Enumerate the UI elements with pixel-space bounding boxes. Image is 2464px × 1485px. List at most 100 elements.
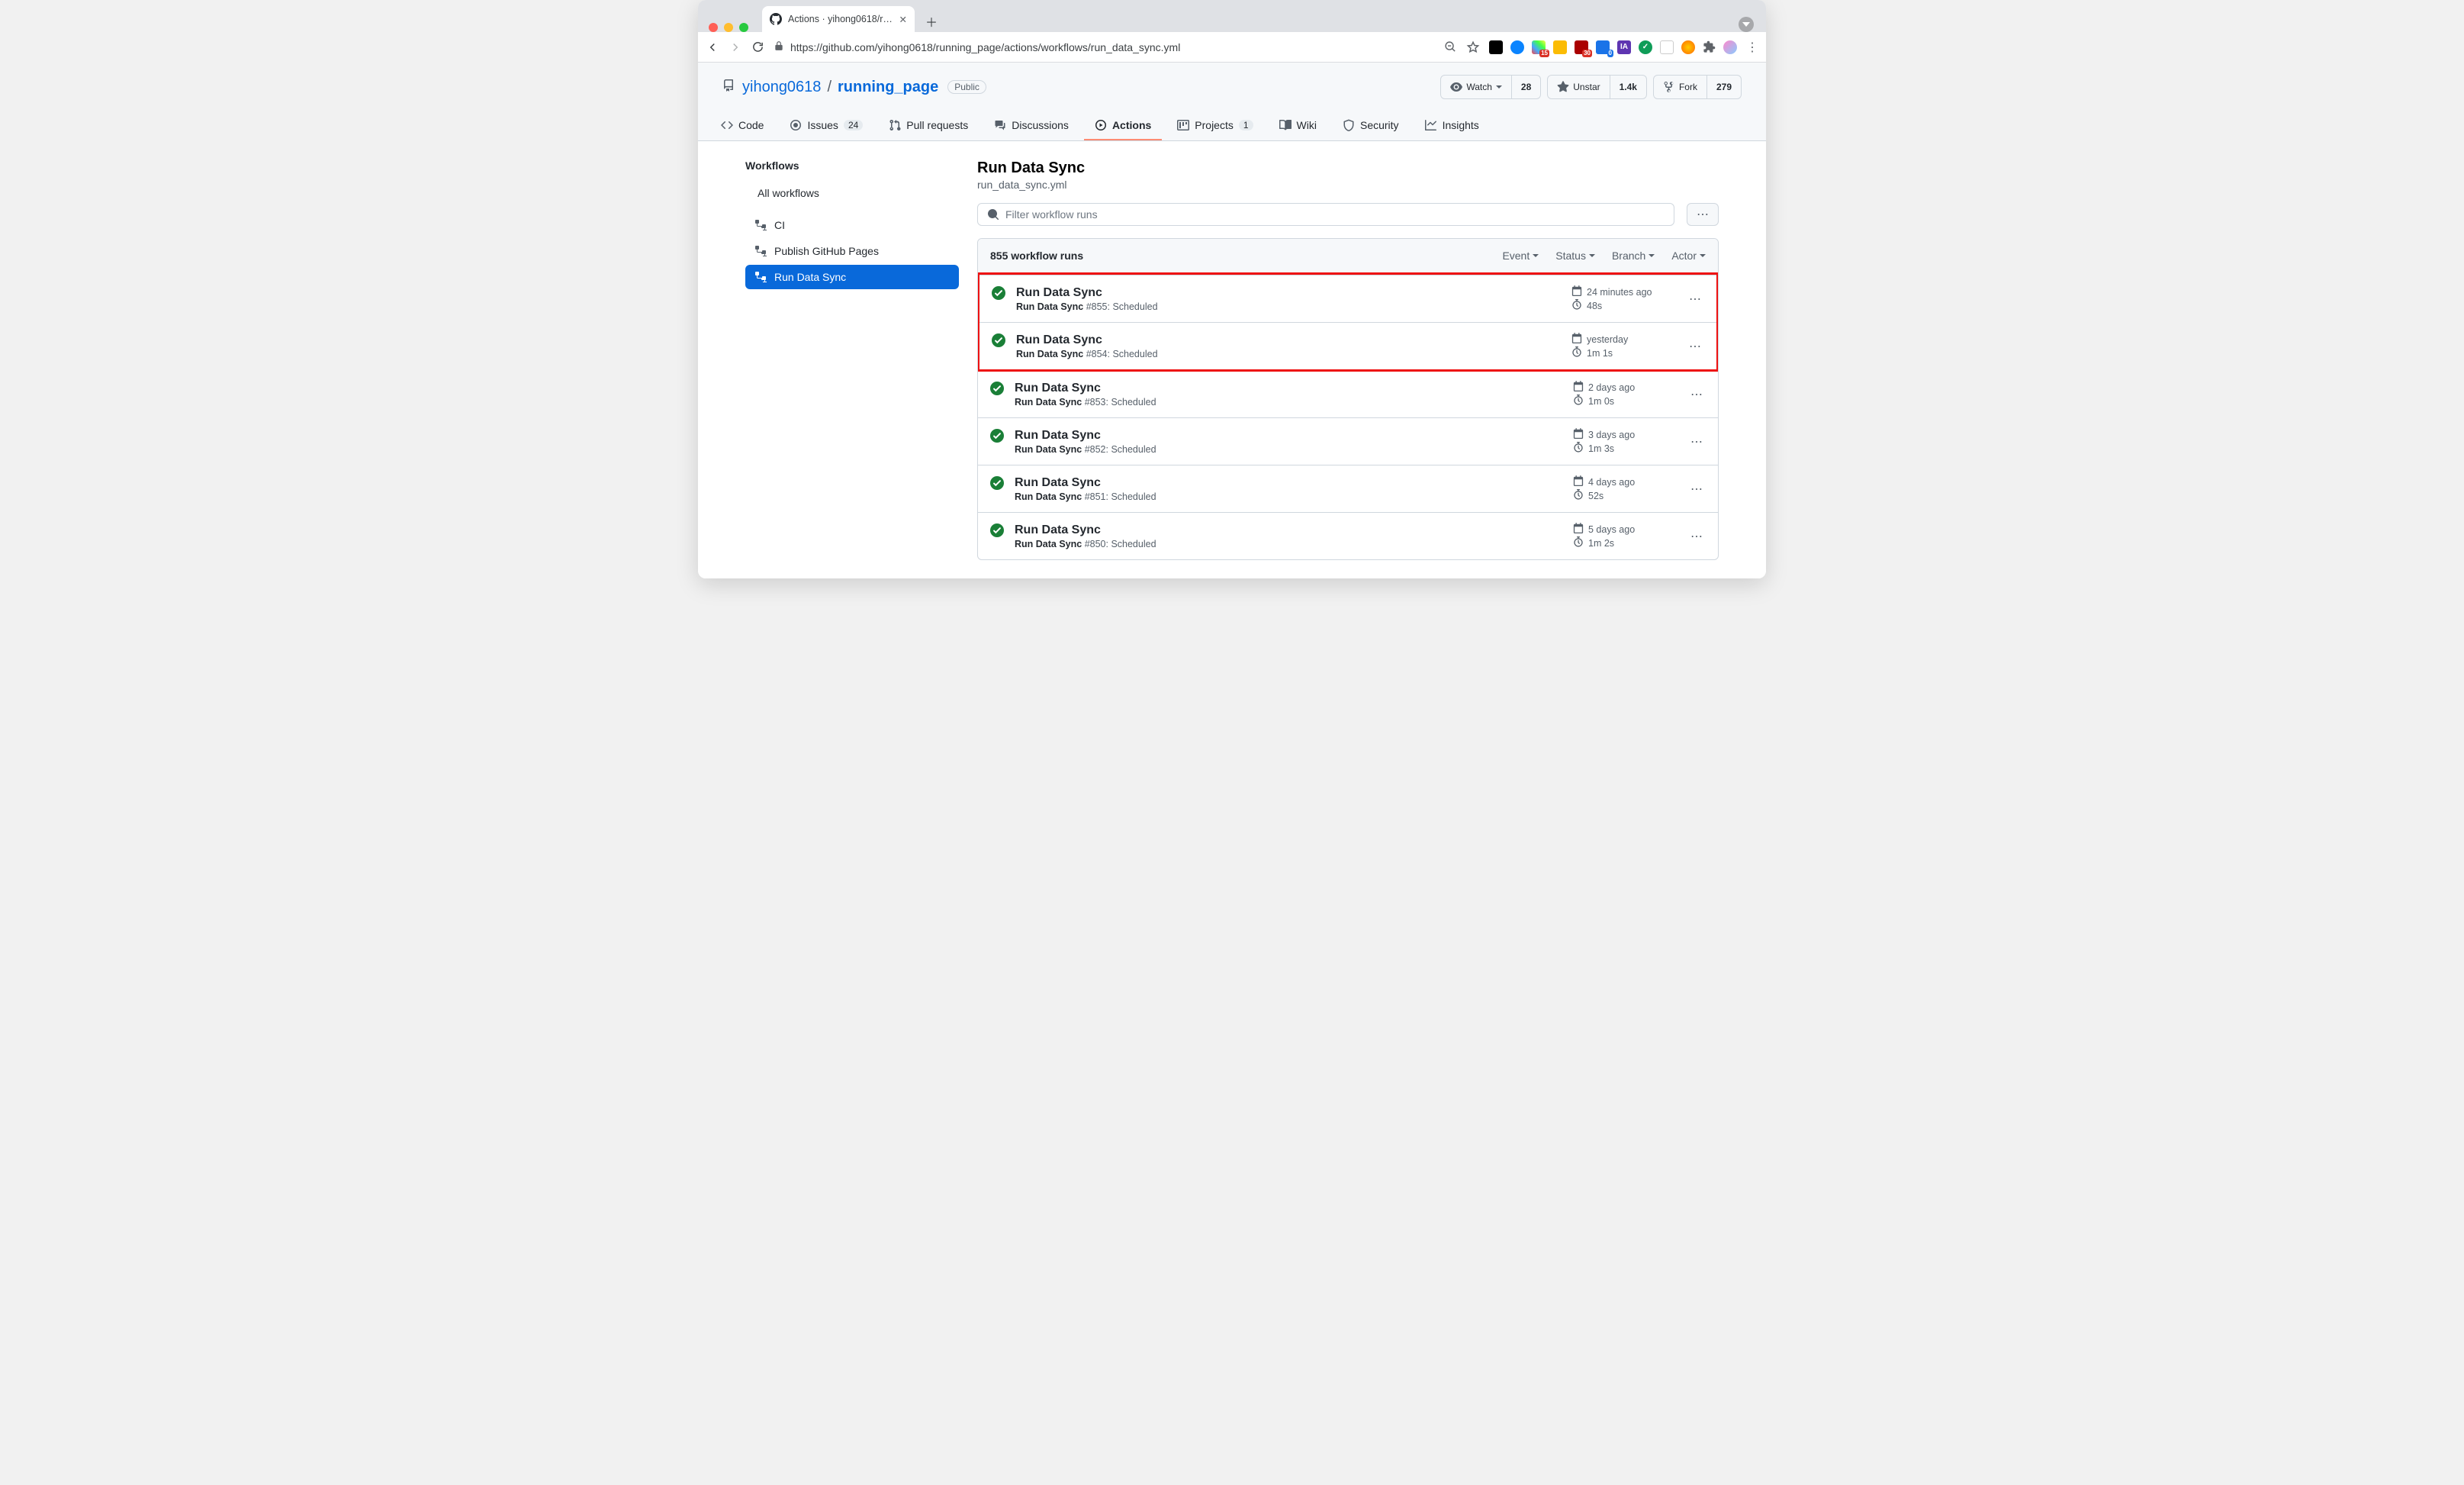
sidebar-item-rundatasync[interactable]: Run Data Sync <box>745 265 959 289</box>
check-circle-icon <box>992 286 1007 304</box>
browser-account-icon[interactable] <box>1739 17 1754 32</box>
owner-link[interactable]: yihong0618 <box>742 79 821 96</box>
browser-tab[interactable]: Actions · yihong0618/running… ✕ <box>762 6 915 32</box>
run-meta: 3 days ago 1m 3s <box>1573 427 1687 456</box>
star-filled-icon <box>1557 81 1569 93</box>
extension-icon[interactable] <box>1489 40 1503 54</box>
extensions-menu-icon[interactable] <box>1703 40 1716 53</box>
book-icon <box>1279 119 1292 131</box>
run-menu-button[interactable]: ⋯ <box>1687 526 1706 547</box>
nav-security[interactable]: Security <box>1332 111 1410 140</box>
back-button[interactable] <box>706 40 719 54</box>
sidebar-item-pages[interactable]: Publish GitHub Pages <box>745 239 959 263</box>
star-count[interactable]: 1.4k <box>1610 75 1647 99</box>
calendar-icon <box>1573 523 1584 536</box>
issues-icon <box>790 119 802 131</box>
stopwatch-icon <box>1571 346 1582 359</box>
workflow-file: run_data_sync.yml <box>977 179 1719 191</box>
close-window-button[interactable] <box>709 23 718 32</box>
workflow-menu-button[interactable]: ⋯ <box>1687 203 1719 226</box>
unstar-button[interactable]: Unstar 1.4k <box>1547 75 1647 99</box>
zoom-window-button[interactable] <box>739 23 748 32</box>
run-row[interactable]: Run Data Sync Run Data Sync #852: Schedu… <box>978 418 1718 465</box>
chrome-menu-icon[interactable]: ⋮ <box>1746 40 1758 55</box>
extension-icon[interactable]: ✓ <box>1639 40 1652 54</box>
run-title[interactable]: Run Data Sync <box>1015 523 1573 537</box>
close-tab-icon[interactable]: ✕ <box>899 14 907 25</box>
run-menu-button[interactable]: ⋯ <box>1687 478 1706 500</box>
star-icon[interactable] <box>1466 40 1480 54</box>
new-tab-button[interactable]: ＋ <box>921 11 942 32</box>
extension-icon[interactable]: 30 <box>1575 40 1588 54</box>
reload-button[interactable] <box>751 40 764 53</box>
repo-link[interactable]: running_page <box>838 79 938 95</box>
stopwatch-icon <box>1571 299 1582 312</box>
discussion-icon <box>994 119 1006 131</box>
address-bar[interactable]: https://github.com/yihong0618/running_pa… <box>774 40 1435 53</box>
check-circle-icon <box>990 382 1005 399</box>
check-circle-icon <box>990 476 1005 494</box>
nav-projects[interactable]: Projects1 <box>1166 111 1263 140</box>
run-row[interactable]: Run Data Sync Run Data Sync #855: Schedu… <box>979 275 1716 323</box>
extension-icon[interactable] <box>1681 40 1695 54</box>
sidebar-item-ci[interactable]: CI <box>745 213 959 237</box>
workflow-icon <box>754 219 767 231</box>
run-menu-button[interactable]: ⋯ <box>1686 336 1704 357</box>
nav-discussions[interactable]: Discussions <box>983 111 1079 140</box>
filter-actor[interactable]: Actor <box>1671 250 1706 262</box>
run-menu-button[interactable]: ⋯ <box>1687 384 1706 405</box>
nav-code[interactable]: Code <box>710 111 774 140</box>
run-title[interactable]: Run Data Sync <box>1015 429 1573 443</box>
repo-nav: Code Issues24 Pull requests Discussions … <box>698 111 1766 140</box>
project-icon <box>1177 119 1189 131</box>
runs-list: 855 workflow runs Event Status Branch Ac… <box>977 238 1719 560</box>
calendar-icon <box>1573 475 1584 488</box>
nav-pulls[interactable]: Pull requests <box>878 111 979 140</box>
nav-insights[interactable]: Insights <box>1414 111 1490 140</box>
run-meta: 4 days ago 52s <box>1573 475 1687 503</box>
profile-avatar[interactable] <box>1723 40 1737 54</box>
filter-branch[interactable]: Branch <box>1612 250 1655 262</box>
tab-title: Actions · yihong0618/running… <box>788 14 893 24</box>
sidebar-all-workflows[interactable]: All workflows <box>745 181 959 205</box>
visibility-badge: Public <box>947 80 986 94</box>
run-subtitle: Run Data Sync #852: Scheduled <box>1015 444 1573 455</box>
filter-status[interactable]: Status <box>1555 250 1595 262</box>
run-row[interactable]: Run Data Sync Run Data Sync #853: Schedu… <box>978 371 1718 418</box>
check-circle-icon <box>990 429 1005 446</box>
stopwatch-icon <box>1573 395 1584 407</box>
run-menu-button[interactable]: ⋯ <box>1686 288 1704 310</box>
run-subtitle: Run Data Sync #855: Scheduled <box>1016 301 1571 312</box>
fork-button[interactable]: Fork 279 <box>1653 75 1742 99</box>
eye-icon <box>1450 81 1462 93</box>
pr-icon <box>889 119 901 131</box>
run-title[interactable]: Run Data Sync <box>1016 333 1571 347</box>
browser-chrome-top: Actions · yihong0618/running… ✕ ＋ https:… <box>698 0 1766 63</box>
fork-count[interactable]: 279 <box>1707 75 1742 99</box>
workflow-icon <box>754 245 767 257</box>
run-row[interactable]: Run Data Sync Run Data Sync #850: Schedu… <box>978 513 1718 559</box>
run-row[interactable]: Run Data Sync Run Data Sync #851: Schedu… <box>978 465 1718 513</box>
filter-event[interactable]: Event <box>1502 250 1539 262</box>
forward-button[interactable] <box>729 40 742 54</box>
run-title[interactable]: Run Data Sync <box>1015 476 1573 490</box>
zoom-icon[interactable] <box>1444 40 1457 53</box>
run-meta: 5 days ago 1m 2s <box>1573 522 1687 550</box>
run-menu-button[interactable]: ⋯ <box>1687 431 1706 453</box>
extension-icon[interactable]: 15 <box>1532 40 1546 54</box>
extension-icon[interactable]: 0 <box>1596 40 1610 54</box>
run-title[interactable]: Run Data Sync <box>1016 286 1571 300</box>
extension-icon[interactable] <box>1510 40 1524 54</box>
minimize-window-button[interactable] <box>724 23 733 32</box>
extension-icon[interactable]: IA <box>1617 40 1631 54</box>
extension-icon[interactable] <box>1553 40 1567 54</box>
filter-input[interactable]: Filter workflow runs <box>977 203 1674 226</box>
nav-issues[interactable]: Issues24 <box>779 111 873 140</box>
run-row[interactable]: Run Data Sync Run Data Sync #854: Schedu… <box>979 323 1716 369</box>
extension-icon[interactable] <box>1660 40 1674 54</box>
nav-wiki[interactable]: Wiki <box>1269 111 1327 140</box>
nav-actions[interactable]: Actions <box>1084 111 1162 140</box>
watch-button[interactable]: Watch 28 <box>1440 75 1541 99</box>
run-title[interactable]: Run Data Sync <box>1015 382 1573 395</box>
watch-count[interactable]: 28 <box>1512 75 1541 99</box>
